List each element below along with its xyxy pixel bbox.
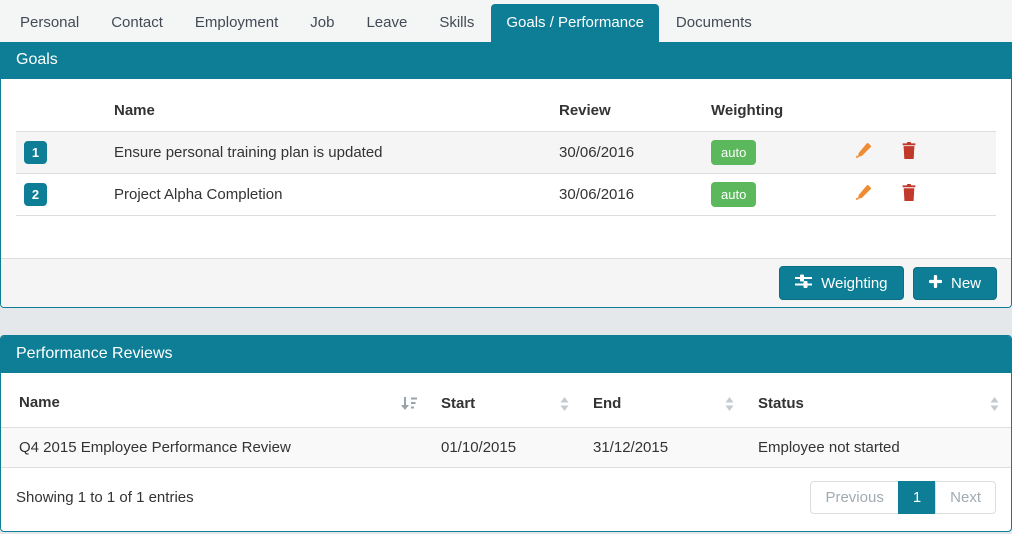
new-button[interactable]: New: [912, 267, 997, 300]
goals-panel-title: Goals: [1, 42, 1011, 79]
weighting-badge: auto: [711, 182, 757, 207]
goal-row: 2 Project Alpha Completion 30/06/2016 au…: [16, 173, 996, 216]
reviews-col-status[interactable]: Status: [746, 373, 1011, 428]
edit-goal-icon[interactable]: [855, 184, 872, 205]
tab-job[interactable]: Job: [295, 4, 349, 42]
delete-goal-icon[interactable]: [901, 184, 917, 205]
goals-col-weighting: Weighting: [703, 93, 840, 132]
performance-reviews-title: Performance Reviews: [1, 336, 1011, 373]
tab-personal[interactable]: Personal: [5, 4, 94, 42]
tab-documents[interactable]: Documents: [661, 4, 767, 42]
new-button-label: New: [950, 275, 981, 292]
weighting-button[interactable]: Weighting: [779, 266, 904, 300]
review-name: Q4 2015 Employee Performance Review: [1, 427, 429, 468]
goal-number-badge: 1: [24, 141, 47, 164]
reviews-footer: Showing 1 to 1 of 1 entries Previous 1 N…: [1, 468, 1011, 531]
pagination: Previous 1 Next: [810, 481, 996, 514]
reviews-col-start[interactable]: Start: [429, 373, 581, 428]
goals-col-name: Name: [106, 93, 551, 132]
goal-review-date: 30/06/2016: [551, 131, 703, 174]
goal-name: Ensure personal training plan is updated: [106, 131, 551, 174]
plus-icon: [928, 275, 942, 292]
goal-name: Project Alpha Completion: [106, 173, 551, 216]
review-row[interactable]: Q4 2015 Employee Performance Review 01/1…: [1, 427, 1011, 468]
tab-leave[interactable]: Leave: [351, 4, 422, 42]
goals-col-review: Review: [551, 93, 703, 132]
goal-number-badge: 2: [24, 183, 47, 206]
goal-review-date: 30/06/2016: [551, 173, 703, 216]
tab-goals-performance[interactable]: Goals / Performance: [491, 4, 659, 42]
performance-reviews-panel: Performance Reviews Name Start End Statu…: [0, 335, 1012, 532]
tab-bar: Personal Contact Employment Job Leave Sk…: [0, 0, 1012, 42]
edit-goal-icon[interactable]: [855, 142, 872, 163]
tab-skills[interactable]: Skills: [424, 4, 489, 42]
sliders-icon: [795, 274, 813, 292]
goal-row: 1 Ensure personal training plan is updat…: [16, 131, 996, 174]
sort-both-icon[interactable]: [990, 396, 999, 415]
previous-page-button[interactable]: Previous: [810, 481, 899, 514]
page-1-button[interactable]: 1: [897, 481, 937, 514]
sort-both-icon[interactable]: [725, 396, 734, 415]
goals-table: Name Review Weighting 1 Ensure personal …: [16, 93, 996, 216]
reviews-col-name[interactable]: Name: [1, 373, 429, 428]
entries-summary: Showing 1 to 1 of 1 entries: [16, 489, 194, 506]
reviews-header-row: Name Start End Status: [1, 373, 1011, 428]
performance-reviews-table: Name Start End Status Q4 2015 Employee P…: [1, 373, 1011, 468]
sort-both-icon[interactable]: [560, 396, 569, 415]
delete-goal-icon[interactable]: [901, 142, 917, 163]
goals-panel-body: Name Review Weighting 1 Ensure personal …: [1, 79, 1011, 216]
next-page-button[interactable]: Next: [935, 481, 996, 514]
weighting-button-label: Weighting: [821, 274, 888, 292]
review-end-date: 31/12/2015: [581, 427, 746, 468]
goals-panel: Goals Name Review Weighting 1 Ensure per…: [0, 42, 1012, 308]
review-start-date: 01/10/2015: [429, 427, 581, 468]
tab-contact[interactable]: Contact: [96, 4, 178, 42]
goals-col-number: [16, 93, 106, 132]
weighting-badge: auto: [711, 140, 757, 165]
goals-panel-footer: Weighting New: [1, 258, 1011, 307]
reviews-col-end[interactable]: End: [581, 373, 746, 428]
sort-descending-icon[interactable]: [401, 396, 417, 415]
goals-header-row: Name Review Weighting: [16, 93, 996, 132]
tab-employment[interactable]: Employment: [180, 4, 293, 42]
review-status: Employee not started: [746, 427, 1011, 468]
